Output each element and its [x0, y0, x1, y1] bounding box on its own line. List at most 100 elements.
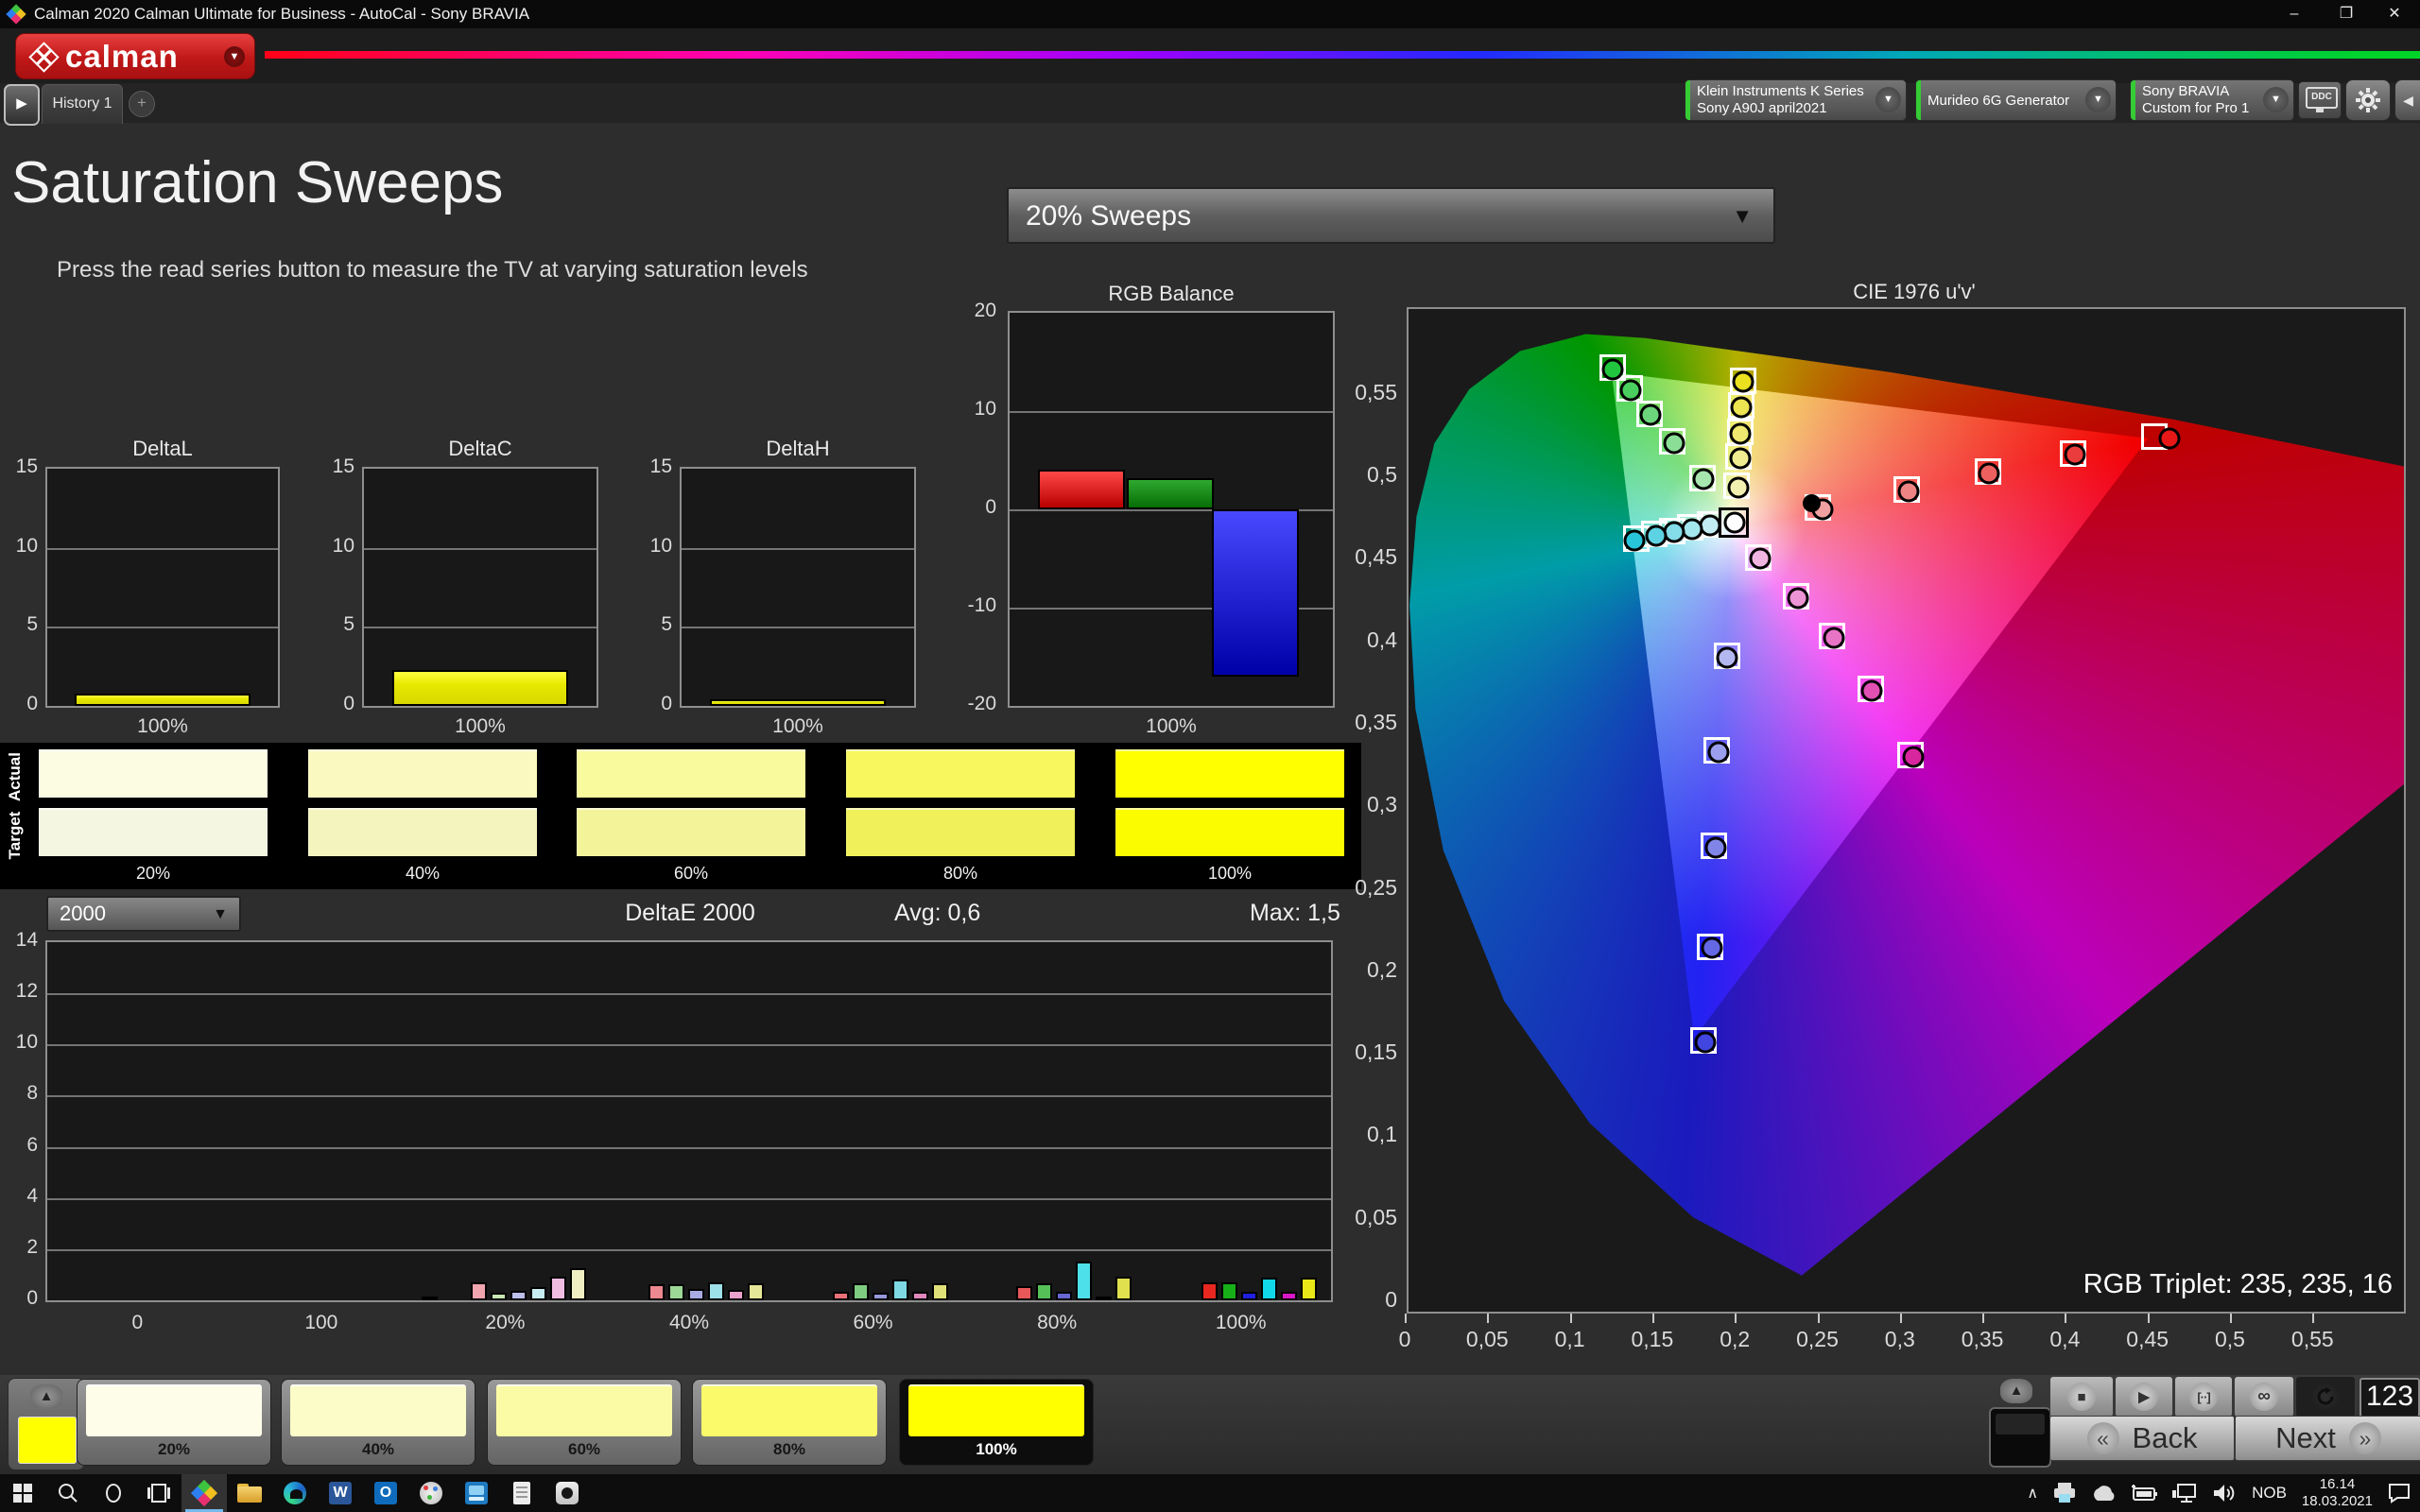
- deltae-bar: [892, 1280, 908, 1300]
- ddc-control-button[interactable]: DDC: [2298, 81, 2342, 119]
- collapse-panel-button[interactable]: ◀: [2394, 79, 2420, 121]
- pattern-card-80%[interactable]: 80%: [692, 1379, 887, 1466]
- printer-tray-icon[interactable]: [2053, 1483, 2076, 1503]
- sweep-level-select[interactable]: 20% Sweeps ▼: [1007, 187, 1775, 244]
- cie-markers-layer: [1409, 309, 2404, 1312]
- deltae-bar: [1261, 1278, 1277, 1300]
- search-button[interactable]: [45, 1474, 91, 1512]
- pattern-card-label: 40%: [282, 1440, 475, 1459]
- gridline: [1010, 411, 1333, 413]
- back-button[interactable]: « Back: [2049, 1416, 2235, 1461]
- meter-device-dropdown[interactable]: Klein Instruments K Series Sony A90J apr…: [1685, 79, 1907, 121]
- y-tick-label: 14: [0, 929, 38, 952]
- y-tick-label: 5: [0, 613, 38, 636]
- network-tray-icon[interactable]: [2172, 1483, 2197, 1503]
- back-label: Back: [2133, 1421, 2198, 1455]
- action-center-button[interactable]: [2388, 1483, 2411, 1503]
- language-indicator[interactable]: NOB: [2252, 1484, 2287, 1503]
- deltae-bar: [1076, 1262, 1092, 1300]
- taskbar-notepad[interactable]: [499, 1474, 544, 1512]
- taskbar-edge[interactable]: [272, 1474, 318, 1512]
- x-tick-mark: [2230, 1314, 2232, 1323]
- x-tick-label: 0,35: [1940, 1327, 2025, 1352]
- cie-chart-title: CIE 1976 u'v': [1607, 280, 2221, 304]
- deltae-formula-select[interactable]: 2000 ▼: [46, 896, 241, 932]
- calman-menu-button[interactable]: calman ▼: [15, 33, 255, 79]
- close-button[interactable]: ✕: [2373, 0, 2416, 28]
- y-tick-label: 0: [629, 693, 672, 715]
- actual-swatch-60%: [577, 749, 805, 798]
- start-button[interactable]: [0, 1474, 45, 1512]
- y-tick-label: 15: [629, 455, 672, 478]
- y-tick-label: 8: [0, 1082, 38, 1105]
- cie-measured-yellow-sweep: [1729, 422, 1751, 444]
- meter-device-name: Klein Instruments K Series: [1697, 83, 1874, 100]
- read-button[interactable]: ▶: [2115, 1376, 2173, 1418]
- black-pattern-swatch[interactable]: [1989, 1407, 2051, 1468]
- calman-app-icon: [8, 6, 25, 23]
- refresh-button[interactable]: [2295, 1376, 2356, 1418]
- pattern-card-60%[interactable]: 60%: [487, 1379, 682, 1466]
- taskbar-calman-app[interactable]: [182, 1474, 227, 1512]
- collapse-strip-button[interactable]: ▲: [30, 1384, 62, 1409]
- deltae-bar: [688, 1289, 704, 1300]
- stop-icon: ■: [2077, 1389, 2085, 1405]
- calman-window: Calman 2020 Calman Ultimate for Business…: [0, 0, 2420, 1512]
- taskbar-clock[interactable]: 16.14 18.03.2021: [2302, 1476, 2373, 1510]
- taskbar-file-explorer[interactable]: [227, 1474, 272, 1512]
- cortana-button[interactable]: [91, 1474, 136, 1512]
- hidden-icons-button[interactable]: ∧: [2027, 1484, 2038, 1503]
- settings-button[interactable]: [2345, 79, 2391, 121]
- history-expand-button[interactable]: ▶: [4, 84, 40, 126]
- pattern-card-100%[interactable]: 100%: [899, 1379, 1094, 1466]
- volume-tray-icon[interactable]: [2212, 1484, 2237, 1503]
- minimize-button[interactable]: –: [2273, 0, 2316, 28]
- actual-target-swatch-table: ActualTarget20%40%60%80%100%: [0, 743, 1361, 889]
- maximize-button[interactable]: ❐: [2325, 0, 2368, 28]
- pattern-card-40%[interactable]: 40%: [281, 1379, 475, 1466]
- y-tick-label: 0,55: [1331, 380, 1397, 405]
- continuous-read-button[interactable]: ∞: [2234, 1376, 2294, 1418]
- y-tick-label: 0,1: [1331, 1122, 1397, 1147]
- stop-button[interactable]: ■: [2049, 1376, 2114, 1418]
- x-tick-label: 80%: [1000, 1312, 1114, 1334]
- windows-taskbar: W O ∧: [0, 1474, 2420, 1512]
- deltae-bar: [833, 1292, 849, 1300]
- onedrive-tray-icon[interactable]: [2091, 1485, 2116, 1502]
- current-pattern-swatch[interactable]: [18, 1417, 77, 1464]
- add-tab-button[interactable]: +: [129, 91, 155, 117]
- y-tick-label: 0: [953, 496, 996, 519]
- next-button[interactable]: Next »: [2235, 1416, 2420, 1461]
- task-view-button[interactable]: [136, 1474, 182, 1512]
- cie-1976-chart: RGB Triplet: 235, 235, 16: [1407, 307, 2406, 1314]
- y-tick-label: 0,45: [1331, 544, 1397, 570]
- system-tray: ∧ NOB 16.14 18.03.2021: [2027, 1474, 2420, 1512]
- cie-measured-blue-sweep: [1704, 836, 1726, 858]
- collapse-controls-button[interactable]: ▲: [2000, 1379, 2032, 1403]
- rgb-balance-plot: [1008, 311, 1335, 708]
- generator-device-dropdown[interactable]: Murideo 6G Generator ▼: [1915, 79, 2117, 121]
- x-tick-mark: [1982, 1314, 1984, 1323]
- rgb-balance-bar-green: [1127, 478, 1214, 509]
- x-tick-mark: [1818, 1314, 1820, 1323]
- deltaL-plot: [45, 467, 280, 708]
- pattern-card-20%[interactable]: 20%: [77, 1379, 271, 1466]
- taskbar-outlook[interactable]: O: [363, 1474, 408, 1512]
- rgb-balance-bar-blue: [1212, 509, 1299, 677]
- taskbar-photos[interactable]: [454, 1474, 499, 1512]
- pattern-card-swatch: [290, 1384, 466, 1436]
- colorimeter-icon: [556, 1482, 579, 1504]
- battery-tray-icon[interactable]: [2131, 1485, 2157, 1502]
- display-device-dropdown[interactable]: Sony BRAVIA Custom for Pro 1 ▼: [2130, 79, 2294, 121]
- taskbar-meter-app[interactable]: [544, 1474, 590, 1512]
- target-swatch-100%: [1115, 808, 1344, 856]
- deltae-avg-value: Avg: 0,6: [894, 900, 980, 927]
- gridline: [47, 1095, 1331, 1097]
- series-read-icon: [··]: [2197, 1390, 2209, 1404]
- taskbar-word[interactable]: W: [318, 1474, 363, 1512]
- taskbar-paint[interactable]: [408, 1474, 454, 1512]
- tab-history-1[interactable]: History 1: [42, 84, 123, 124]
- y-tick-label: 2: [0, 1236, 38, 1259]
- measurement-bar: [392, 670, 569, 706]
- read-series-button[interactable]: [··]: [2174, 1376, 2233, 1418]
